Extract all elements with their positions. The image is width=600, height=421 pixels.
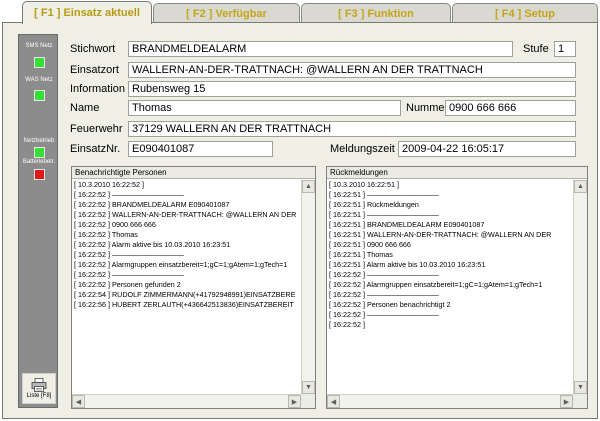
scroll-right-icon[interactable]: ▶ [288,395,301,408]
tab-bar: [ F1 ] Einsatz aktuell [ F2 ] Verfügbar … [2,1,598,24]
list-item[interactable]: [ 16:22:52 ] BRANDMELDEALARM E090401087 [72,200,301,210]
einsatznr-label: EinsatzNr. [70,143,121,155]
name-field[interactable]: Thomas [128,100,401,116]
sms-netz-label: SMS Netz [25,43,53,49]
status-column: SMS Netz WAS Netz Netzbetrieb Batteriebe… [18,34,58,408]
vertical-scrollbar[interactable]: ▲ ▼ [573,180,587,394]
scroll-down-icon[interactable]: ▼ [574,381,587,394]
list-item[interactable]: [ 16:22:52 ] —————————— [72,190,301,200]
benachrichtigte-personen-list[interactable]: Benachrichtigte Personen [ 10.3.2010 16:… [71,166,316,409]
list-item[interactable]: [ 16:22:52 ] Alarmgruppen einsatzbereit=… [327,280,573,290]
list-item[interactable]: [ 16:22:52 ] Alarmgruppen einsatzbereit=… [72,260,301,270]
list-item[interactable]: [ 16:22:52 ] Alarm aktive bis 10.03.2010… [72,240,301,250]
horizontal-scrollbar[interactable]: ◀ ▶ [327,394,587,408]
scroll-right-icon[interactable]: ▶ [560,395,573,408]
stichwort-label: Stichwort [70,43,116,55]
stufe-label: Stufe [523,43,549,55]
list-item[interactable]: [ 16:22:52 ] —————————— [327,310,573,320]
list-item[interactable]: [ 16:22:52 ] —————————— [327,270,573,280]
list-item[interactable]: [ 16:22:52 ] —————————— [72,270,301,280]
rueckmeldungen-header: Rückmeldungen [327,167,587,179]
list-item[interactable]: [ 16:22:51 ] 0900 666 666 [327,240,573,250]
tab-verfuegbar[interactable]: [ F2 ] Verfügbar [153,3,300,23]
list-item[interactable]: [ 16:22:52 ] Thomas [72,230,301,240]
nummer-label: Nummer [406,102,449,114]
rueckmeldungen-list[interactable]: Rückmeldungen [ 10.3.2010 16:22:51 ][ 16… [326,166,588,409]
einsatzort-field[interactable]: WALLERN-AN-DER-TRATTNACH: @WALLERN AN DE… [128,62,576,78]
list-item[interactable]: [ 16:22:51 ] Thomas [327,250,573,260]
benachrichtigte-personen-rows: [ 10.3.2010 16:22:52 ][ 16:22:52 ] —————… [72,180,301,394]
scroll-up-icon[interactable]: ▲ [574,180,587,193]
benachrichtigte-personen-header: Benachrichtigte Personen [72,167,315,179]
list-item[interactable]: [ 16:22:51 ] —————————— [327,190,573,200]
list-item[interactable]: [ 16:22:51 ] Alarm aktive bis 10.03.2010… [327,260,573,270]
feuerwehr-label: Feuerwehr [70,123,123,135]
meldungszeit-label: Meldungszeit [330,143,395,155]
scroll-left-icon[interactable]: ◀ [72,395,85,408]
stufe-field[interactable]: 1 [554,41,576,57]
sms-status-indicator [34,57,45,68]
list-item[interactable]: [ 16:22:52 ] —————————— [72,250,301,260]
scroll-corner [573,394,587,408]
vertical-scrollbar[interactable]: ▲ ▼ [301,180,315,394]
liste-button-label: Liste [F8] [26,393,52,399]
netzbetrieb-label: Netzbetrieb [23,138,55,144]
was-status-indicator [34,90,45,101]
list-item[interactable]: [ 16:22:51 ] Rückmeldungen [327,200,573,210]
horizontal-scrollbar[interactable]: ◀ ▶ [72,394,315,408]
stichwort-field[interactable]: BRANDMELDEALARM [128,41,513,57]
feuerwehr-field[interactable]: 37129 WALLERN AN DER TRATTNACH [128,121,576,137]
was-netz-label: WAS Netz [25,77,53,83]
list-item[interactable]: [ 10.3.2010 16:22:51 ] [327,180,573,190]
einsatznr-field[interactable]: E090401087 [128,141,273,157]
printer-icon [31,378,47,392]
name-label: Name [70,102,100,114]
list-item[interactable]: [ 16:22:51 ] WALLERN-AN-DER-TRATTNACH: @… [327,230,573,240]
list-item[interactable]: [ 16:22:52 ] 0900 666 666 [72,220,301,230]
scroll-up-icon[interactable]: ▲ [302,180,315,193]
einsatzort-label: Einsatzort [70,64,119,76]
netzbetrieb-indicator [34,147,45,158]
information-field[interactable]: Rubensweg 15 [128,81,576,97]
meldungszeit-field[interactable]: 2009-04-22 16:05:17 [398,141,576,157]
list-item[interactable]: [ 16:22:52 ] WALLERN-AN-DER-TRATTNACH: @… [72,210,301,220]
list-item[interactable]: [ 16:22:52 ] —————————— [327,290,573,300]
liste-button[interactable]: Liste [F8] [22,373,56,404]
nummer-field[interactable]: 0900 666 666 [445,100,576,116]
list-item[interactable]: [ 16:22:52 ] Personen benachrichtigt 2 [327,300,573,310]
list-item[interactable]: [ 16:22:54 ] RUDOLF ZIMMERMANN(+41792948… [72,290,301,300]
scroll-corner [301,394,315,408]
list-item[interactable]: [ 16:22:56 ] HUBERT ZERLAUTH(+4366425138… [72,300,301,310]
tab-setup[interactable]: [ F4 ] Setup [452,3,598,23]
scroll-down-icon[interactable]: ▼ [302,381,315,394]
list-item[interactable]: [ 16:22:51 ] —————————— [327,210,573,220]
scroll-left-icon[interactable]: ◀ [327,395,340,408]
list-item[interactable]: [ 16:22:51 ] BRANDMELDEALARM E090401087 [327,220,573,230]
information-label: Information [70,83,126,95]
rueckmeldungen-rows: [ 10.3.2010 16:22:51 ][ 16:22:51 ] —————… [327,180,573,394]
list-item[interactable]: [ 10.3.2010 16:22:52 ] [72,180,301,190]
list-item[interactable]: [ 16:22:52 ] [327,320,573,330]
tab-einsatz-aktuell[interactable]: [ F1 ] Einsatz aktuell [22,1,152,24]
batteriebetrieb-label: Batteriebetr. [22,159,56,165]
tab-funktion[interactable]: [ F3 ] Funktion [301,3,451,23]
list-item[interactable]: [ 16:22:52 ] Personen gefunden 2 [72,280,301,290]
batteriebetrieb-indicator [34,169,45,180]
